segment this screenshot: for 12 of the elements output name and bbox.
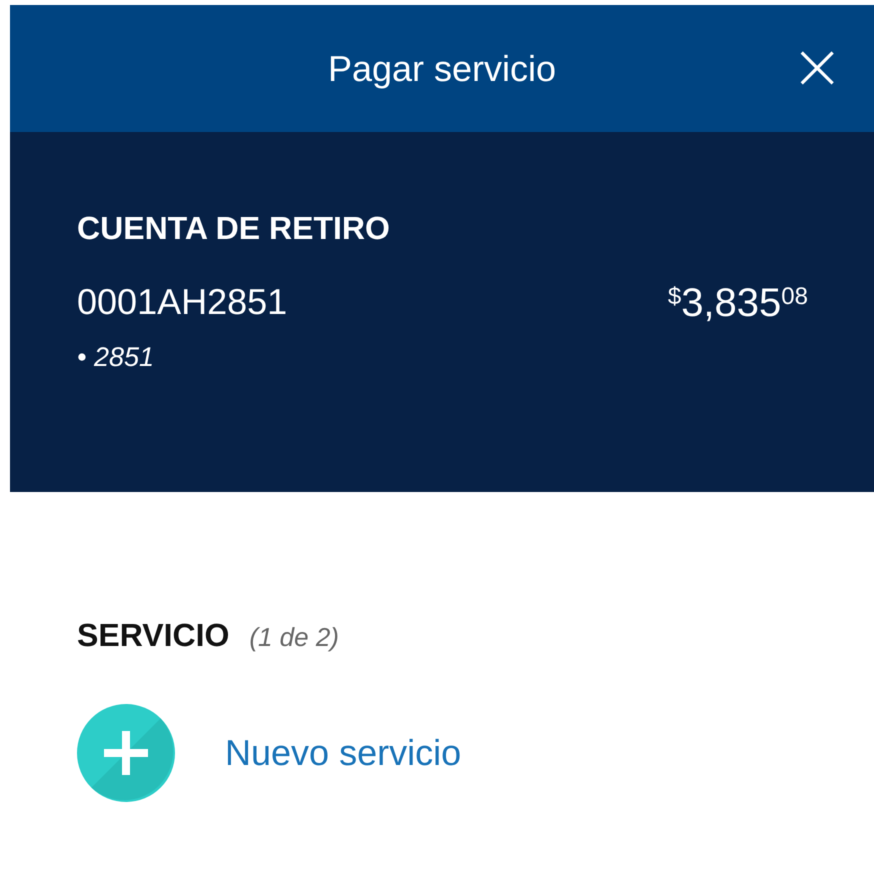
account-label: CUENTA DE RETIRO <box>77 210 391 247</box>
balance-amount: 3,835 <box>681 281 782 326</box>
screen-title: Pagar servicio <box>328 48 556 90</box>
account-number: 0001AH2851 <box>77 281 288 323</box>
new-service-link[interactable]: Nuevo servicio <box>225 732 462 774</box>
add-icon[interactable] <box>77 704 175 802</box>
account-suffix: • 2851 <box>77 342 156 373</box>
balance-cents: 08 <box>781 283 808 311</box>
service-count: (1 de 2) <box>249 622 339 653</box>
service-label: SERVICIO <box>77 617 230 654</box>
currency-symbol: $ <box>668 283 682 311</box>
close-button[interactable]: × <box>790 35 844 99</box>
